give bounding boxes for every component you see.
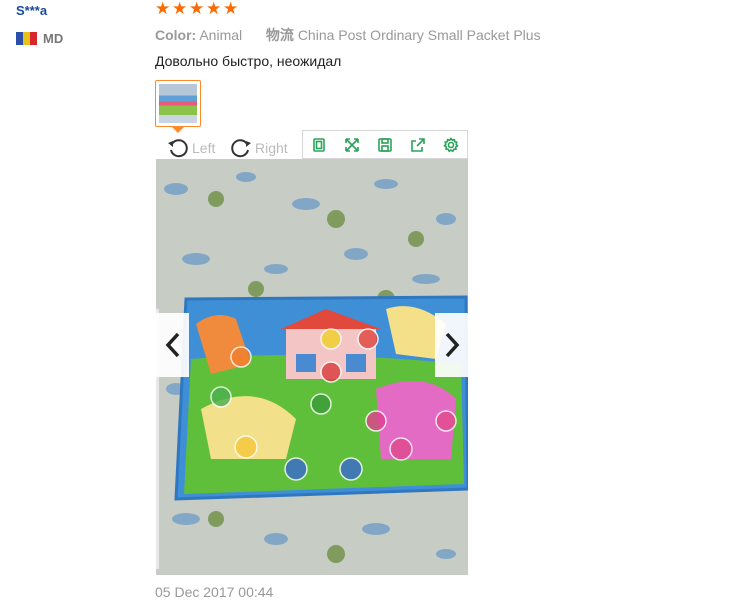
share-icon [410,137,425,152]
flag-stripe-blue [16,32,23,45]
rotate-left-button[interactable]: Left [166,136,215,160]
flag-stripe-red [30,32,37,45]
rotate-right-icon [231,139,251,158]
star-icon: ★ [155,0,171,18]
shipping-value: China Post Ordinary Small Packet Plus [297,27,541,43]
next-image-button[interactable] [435,313,468,377]
reviewer-country: MD [16,31,63,46]
feedback-text: Довольно быстро, неожидал [155,53,342,69]
star-icon: ★ [206,0,222,18]
color-label: Color: [155,27,197,43]
star-icon: ★ [223,0,239,18]
fullscreen-button[interactable] [336,131,369,158]
review-photo [156,159,468,575]
save-button[interactable] [369,131,402,158]
fullscreen-icon [345,137,359,152]
original-size-button[interactable] [303,131,336,158]
rotate-left-label: Left [192,140,216,156]
chevron-left-icon [165,332,179,358]
rotate-left-icon [168,139,188,158]
rotate-right-label: Right [255,140,288,156]
original-size-icon [313,137,326,152]
review-photo-image [156,159,468,575]
order-info: Color: Animal 物流 China Post Ordinary Sma… [155,25,541,45]
settings-button[interactable] [434,131,467,158]
star-icon: ★ [172,0,188,18]
image-toolbar [302,130,468,159]
share-button[interactable] [401,131,434,158]
reviewer-name: S***a [16,3,48,18]
star-rating: ★ ★ ★ ★ ★ [155,0,239,18]
shipping-label: 物流 [265,27,294,43]
flag-stripe-yellow [23,32,30,45]
country-flag-icon [16,32,37,45]
thumbnail-image [159,84,197,123]
photo-thumbnail[interactable] [155,80,201,127]
settings-icon [442,136,459,152]
thumbnail-active-indicator [172,127,184,133]
rotate-right-button[interactable]: Right [229,136,288,160]
review-date: 05 Dec 2017 00:44 [155,584,274,600]
star-icon: ★ [189,0,205,18]
save-icon [378,137,392,152]
chevron-right-icon [445,332,459,358]
color-value: Animal [199,27,243,43]
previous-image-button[interactable] [156,313,189,377]
country-code: MD [43,31,64,46]
